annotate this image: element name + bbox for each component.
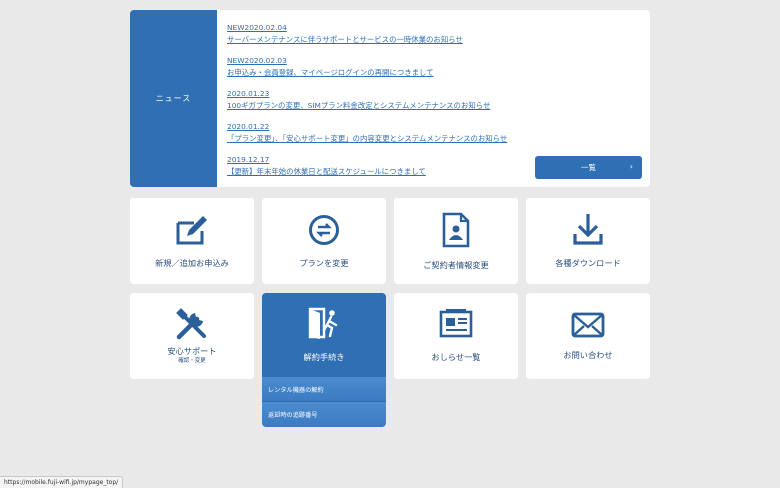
status-bar-url: https://mobile.fuji-wifi.jp/mypage_top/: [0, 476, 124, 488]
notices-tile[interactable]: おしらせ一覧: [394, 293, 518, 379]
news-list-button-label: 一覧: [581, 163, 596, 172]
news-list-button[interactable]: 一覧 ›: [535, 156, 642, 179]
support-tile[interactable]: 安心サポート 確認・変更: [130, 293, 254, 379]
news-date[interactable]: 2020.01.23: [227, 88, 640, 100]
submenu-rental-cancel[interactable]: レンタル機器の解約: [262, 377, 386, 402]
news-title[interactable]: お申込み・会員登録、マイページログインの再開につきまして: [227, 67, 640, 79]
edit-icon: [176, 216, 207, 245]
news-item[interactable]: 2020.01.23 100ギガプランの変更、SIMプラン料金改定とシステムメン…: [227, 88, 640, 111]
exchange-icon: [309, 215, 339, 245]
contact-tile[interactable]: お問い合わせ: [526, 293, 650, 379]
downloads-tile[interactable]: 各種ダウンロード: [526, 198, 650, 284]
submenu-return-tracking[interactable]: 返却時の追跡番号: [262, 402, 386, 427]
tools-icon: [176, 308, 206, 340]
news-title[interactable]: 100ギガプランの変更、SIMプラン料金改定とシステムメンテナンスのお知らせ: [227, 100, 640, 112]
contract-info-tile[interactable]: ご契約者情報変更: [394, 198, 518, 284]
document-user-icon: [442, 212, 470, 248]
news-heading: ニュース: [130, 10, 217, 187]
news-title[interactable]: 「プラン変更」、「安心サポート変更」の内容変更とシステムメンテナンスのお知らせ: [227, 133, 640, 145]
support-sublabel: 確認・変更: [178, 358, 206, 364]
chevron-right-icon: ›: [629, 162, 633, 171]
news-item[interactable]: NEW2020.02.03 お申込み・会員登録、マイページログインの再開につきま…: [227, 55, 640, 78]
cancellation-label: 解約手続き: [303, 352, 345, 362]
downloads-label: 各種ダウンロード: [555, 258, 621, 268]
mail-icon: [571, 312, 605, 338]
contact-label: お問い合わせ: [563, 350, 613, 360]
new-application-tile[interactable]: 新規／追加お申込み: [130, 198, 254, 284]
change-plan-tile[interactable]: プランを変更: [262, 198, 386, 284]
news-date[interactable]: NEW2020.02.04: [227, 22, 640, 34]
newspaper-icon: [439, 309, 473, 338]
contract-info-label: ご契約者情報変更: [423, 260, 489, 270]
news-card: ニュース NEW2020.02.04 サーバーメンテナンスに伴うサポートとサービ…: [130, 10, 650, 187]
exit-door-icon: [308, 307, 338, 339]
change-plan-label: プランを変更: [299, 258, 349, 268]
news-title[interactable]: サーバーメンテナンスに伴うサポートとサービスの一時休業のお知らせ: [227, 34, 640, 46]
news-date[interactable]: 2020.01.22: [227, 121, 640, 133]
notices-label: おしらせ一覧: [431, 352, 481, 362]
cancellation-submenu: レンタル機器の解約 返却時の追跡番号: [262, 377, 386, 427]
cancellation-tile[interactable]: 解約手続き: [262, 293, 386, 377]
news-item[interactable]: NEW2020.02.04 サーバーメンテナンスに伴うサポートとサービスの一時休…: [227, 22, 640, 45]
download-icon: [573, 214, 603, 245]
news-date[interactable]: NEW2020.02.03: [227, 55, 640, 67]
new-application-label: 新規／追加お申込み: [155, 258, 229, 268]
news-item[interactable]: 2020.01.22 「プラン変更」、「安心サポート変更」の内容変更とシステムメ…: [227, 121, 640, 144]
